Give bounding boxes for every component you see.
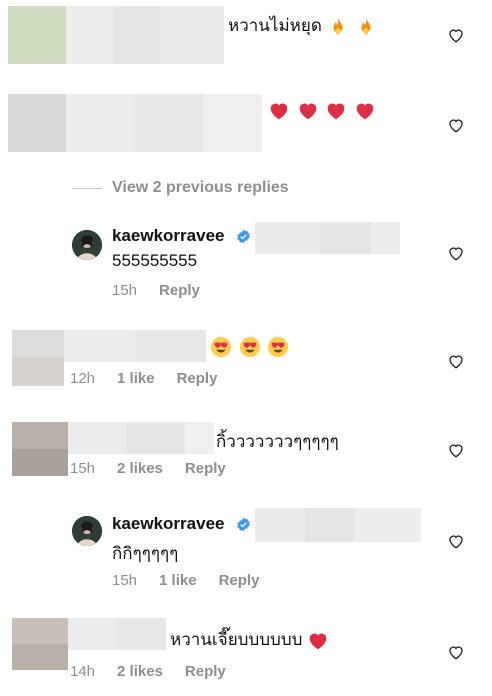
timestamp: 12h [70,370,96,387]
verified-badge-icon [236,517,251,532]
fire-icon [361,17,371,34]
heart-eyes-icon [210,336,232,358]
timestamp: 15h [112,282,138,299]
red-heart-icon [309,633,327,649]
likes-count[interactable]: 1 like [117,370,155,387]
comment-emoji [210,336,291,358]
reply-text: 555555555 [112,251,198,270]
heart-outline-icon[interactable] [447,532,465,550]
reply-button[interactable]: Reply [177,370,218,387]
avatar[interactable] [72,230,102,260]
heart-outline-icon[interactable] [447,26,465,44]
pixelated-avatar [8,6,66,64]
timestamp: 14h [70,663,96,680]
reply-username[interactable]: kaewkorravee [112,514,224,534]
likes-count[interactable]: 2 likes [117,663,163,680]
fire-icon [333,17,343,34]
red-heart-icon [356,103,374,120]
pixelated-username [64,330,206,362]
reply-button[interactable]: Reply [185,460,226,477]
comment-meta: 14h 2 likes Reply [70,663,248,680]
pixelated-avatar [8,94,66,152]
reply-button[interactable]: Reply [185,663,226,680]
pixelated-avatar [12,422,68,476]
pixelated-username [66,6,224,64]
heart-eyes-icon [239,336,260,358]
pixelated-mention [255,508,421,542]
heart-outline-icon[interactable] [447,116,465,134]
pixelated-username [66,94,262,152]
comment-meta: 15h 2 likes Reply [70,460,248,477]
heart-outline-icon[interactable] [447,244,465,262]
red-heart-icon [299,103,317,120]
avatar[interactable] [72,516,102,546]
view-previous-replies-link[interactable]: View 2 previous replies [112,179,289,197]
red-heart-icon [270,103,288,120]
heart-outline-icon[interactable] [447,441,465,459]
comment-text: หวานไม่หยุด [228,12,379,39]
reply-button[interactable]: Reply [219,572,260,589]
timestamp: 15h [70,460,96,477]
comment-emoji [268,100,378,122]
pixelated-username [68,422,214,454]
reply-text: กิกิๆๆๆๆๆ [112,544,179,563]
likes-count[interactable]: 2 likes [117,460,163,477]
verified-badge-icon [236,229,251,244]
red-heart-icon [328,103,345,120]
likes-count[interactable]: 1 like [159,572,197,589]
reply-button[interactable]: Reply [159,282,200,299]
pixelated-avatar [12,330,64,386]
replies-divider [72,188,102,189]
reply-meta: 15h 1 like Reply [112,572,281,589]
pixelated-mention [255,222,400,254]
pixelated-avatar [12,618,68,670]
comment-meta: 12h 1 like Reply [70,370,239,387]
heart-outline-icon[interactable] [447,352,465,370]
heart-outline-icon[interactable] [447,643,465,661]
timestamp: 15h [112,572,138,589]
comment-text: กิ้วววววววๆๆๆๆๆ [216,432,339,451]
comment-text: หวานเจี๊ยบบบบบบ [170,626,331,653]
reply-meta: 15h Reply [112,282,222,299]
reply-username[interactable]: kaewkorravee [112,226,224,246]
pixelated-username [68,618,166,650]
heart-eyes-icon [268,336,289,358]
